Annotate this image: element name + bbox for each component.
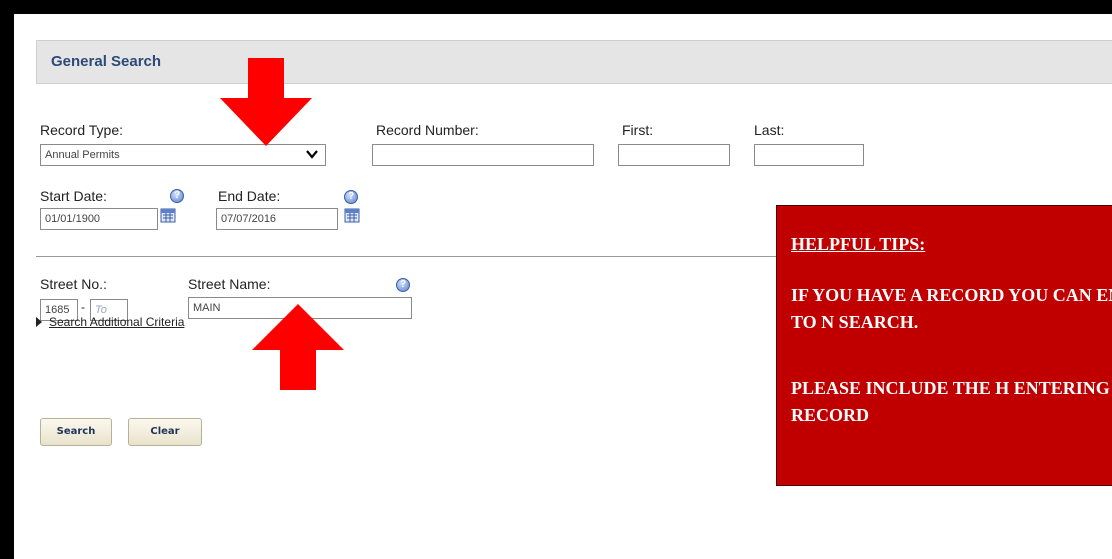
- expand-triangle-icon: [36, 316, 42, 327]
- record-type-value: Annual Permits: [45, 149, 120, 161]
- section-divider: [36, 256, 796, 257]
- end-date-help-icon[interactable]: ?: [344, 190, 358, 204]
- search-additional-criteria-link[interactable]: Search Additional Criteria: [49, 315, 184, 329]
- search-additional-criteria[interactable]: Search Additional Criteria: [36, 314, 184, 329]
- start-date-calendar-icon[interactable]: [160, 207, 176, 223]
- end-date-label: End Date:: [218, 188, 281, 204]
- tips-paragraph-1: IF YOU HAVE A RECORD YOU CAN ENTER IT TO…: [791, 285, 1112, 332]
- tips-title: HELPFUL TIPS:: [791, 234, 926, 254]
- search-button[interactable]: Search: [40, 418, 112, 446]
- end-date-calendar-icon[interactable]: [344, 207, 360, 223]
- street-no-label: Street No.:: [40, 276, 107, 292]
- street-name-label: Street Name:: [188, 276, 271, 292]
- section-header: General Search: [36, 40, 1112, 84]
- helpful-tips-panel: HELPFUL TIPS: IF YOU HAVE A RECORD YOU C…: [776, 205, 1112, 486]
- red-arrow-up: [252, 304, 344, 390]
- section-title: General Search: [51, 53, 162, 70]
- record-type-select[interactable]: Annual Permits: [40, 144, 326, 166]
- first-name-input[interactable]: [618, 144, 730, 166]
- first-name-label: First:: [622, 122, 654, 138]
- street-no-separator: -: [81, 300, 85, 314]
- clear-button[interactable]: Clear: [128, 418, 202, 446]
- end-date-input[interactable]: 07/07/2016: [216, 208, 338, 230]
- record-number-label: Record Number:: [376, 122, 479, 138]
- record-type-label: Record Type:: [40, 122, 124, 138]
- start-date-input[interactable]: 01/01/1900: [40, 208, 158, 230]
- start-date-help-icon[interactable]: ?: [170, 189, 184, 203]
- chevron-down-icon: [306, 150, 318, 159]
- record-number-input[interactable]: [372, 144, 594, 166]
- start-date-label: Start Date:: [40, 188, 107, 204]
- street-name-help-icon[interactable]: ?: [396, 278, 410, 292]
- last-name-label: Last:: [754, 122, 785, 138]
- red-arrow-down: [220, 58, 312, 146]
- general-search-page: General Search Record Type: Record Numbe…: [14, 14, 1112, 559]
- last-name-input[interactable]: [754, 144, 864, 166]
- tips-paragraph-2: PLEASE INCLUDE THE H ENTERING THE RECORD: [791, 378, 1112, 425]
